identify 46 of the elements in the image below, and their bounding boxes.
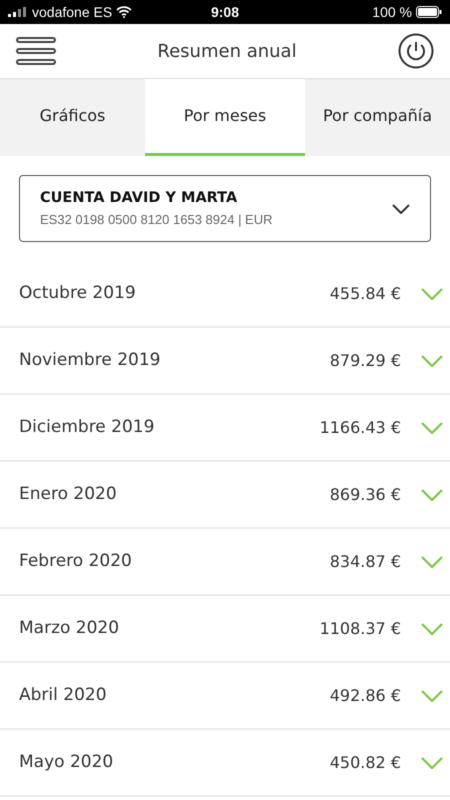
tab[interactable]: Por compañía	[305, 79, 450, 156]
battery-percent: 100 %	[372, 2, 412, 22]
chevron-down-icon	[421, 354, 443, 366]
chevron-down-icon	[421, 756, 443, 768]
month-amount: 834.87 €	[330, 550, 401, 572]
month-label: Enero 2020	[19, 482, 118, 506]
signal-icon	[8, 7, 28, 17]
month-row[interactable]: Noviembre 2019 879.29 €	[0, 328, 450, 395]
month-row[interactable]: Octubre 2019 455.84 €	[0, 261, 450, 328]
battery-icon	[416, 6, 442, 18]
tab[interactable]: Por meses	[145, 79, 305, 156]
month-row[interactable]: Marzo 2020 1108.37 €	[0, 596, 450, 663]
chevron-down-icon	[421, 422, 443, 434]
month-row[interactable]: Febrero 2020 834.87 €	[0, 529, 450, 596]
tab[interactable]: Gráficos	[0, 79, 145, 156]
account-selector[interactable]: CUENTA DAVID Y MARTA ES32 0198 0500 8120 1653 8924 | EUR	[19, 175, 431, 242]
month-label: Abril 2020	[19, 684, 108, 707]
month-row[interactable]: Abril 2020 492.86 €	[0, 663, 450, 730]
month-amount: 492.86 €	[330, 684, 401, 706]
month-amount: 1108.37 €	[320, 618, 401, 640]
month-label: Mayo 2020	[19, 750, 114, 774]
wifi-icon	[116, 6, 132, 18]
month-amount: 869.36 €	[330, 484, 401, 506]
month-label: Febrero 2020	[19, 550, 133, 573]
month-label: Noviembre 2019	[19, 348, 162, 372]
clock-time: 9:08	[210, 2, 240, 22]
month-label: Marzo 2020	[19, 616, 120, 640]
month-amount: 1166.43 €	[320, 416, 401, 438]
chevron-down-icon	[421, 556, 443, 568]
month-label: Diciembre 2019	[19, 416, 156, 439]
chevron-down-icon	[421, 690, 443, 702]
chevron-down-icon	[392, 204, 410, 214]
chevron-down-icon	[421, 288, 443, 300]
month-row[interactable]: Enero 2020 869.36 €	[0, 462, 450, 529]
carrier-name: vodafone ES	[32, 2, 112, 22]
month-amount: 455.84 €	[330, 282, 401, 304]
power-icon[interactable]	[398, 33, 434, 69]
month-row[interactable]: Diciembre 2019 1166.43 €	[0, 395, 450, 462]
month-row[interactable]: Mayo 2020 450.82 €	[0, 730, 450, 797]
screen-title: Resumen anual	[156, 40, 298, 64]
month-label: Octubre 2019	[19, 282, 137, 305]
month-amount: 450.82 €	[330, 752, 401, 774]
chevron-down-icon	[421, 622, 443, 634]
month-amount: 879.29 €	[330, 350, 401, 372]
menu-icon[interactable]	[16, 37, 56, 65]
chevron-down-icon	[421, 488, 443, 500]
